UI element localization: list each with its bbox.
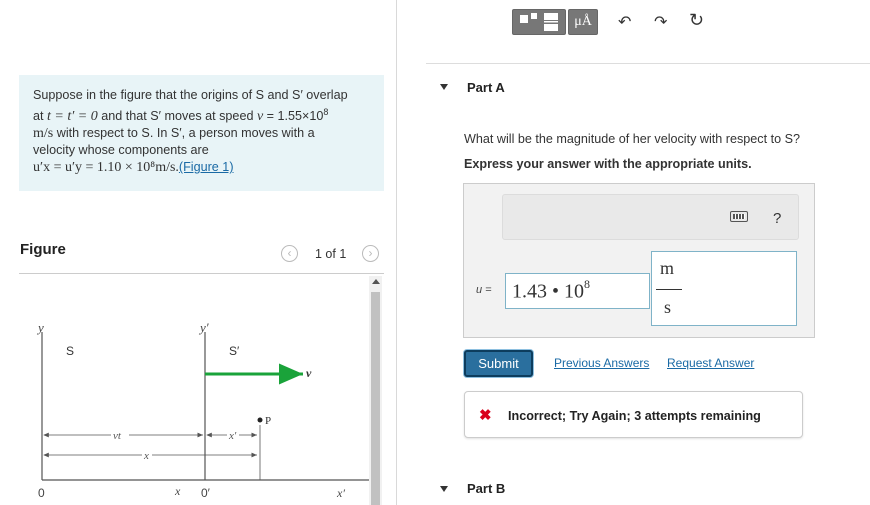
request-answer-link[interactable]: Request Answer [667,356,754,370]
problem-statement: Suppose in the figure that the origins o… [19,75,384,191]
point-p-label: P [265,415,271,427]
submit-button[interactable]: Submit [464,350,533,377]
origin-label: 0 [38,486,45,500]
origin-prime-label: 0′ [201,486,211,500]
part-a-instruction: Express your answer with the appropriate… [464,157,752,171]
y-prime-axis-label: y′ [198,320,209,335]
part-a-top-rule [426,63,870,64]
value-exponent: 8 [584,277,591,291]
panel-divider [396,0,397,505]
problem-line-5: u′x = u′y = 1.10 × 10⁸m/s.(Figure 1) [33,159,370,176]
x-span-label: x [143,450,149,462]
keyboard-icon[interactable] [730,211,748,222]
velocity-components-math: u′x = u′y = 1.10 × 10⁸m/s. [33,160,179,176]
value-input[interactable]: 1.43 • 108 [505,273,650,309]
problem-line-3: m/s with respect to S. In S′, a person m… [33,126,315,142]
problem-line-1: Suppose in the figure that the origins o… [33,88,348,102]
units-fraction-bar [656,289,682,290]
figure-title: Figure [20,241,66,258]
figure-pager-text: 1 of 1 [315,247,347,261]
units-button[interactable]: μÅ [568,9,598,35]
next-figure-button[interactable]: › [362,245,379,262]
fraction-template-button[interactable] [512,9,566,35]
units-denominator: s [664,297,672,317]
scroll-up-arrow-icon[interactable] [372,279,380,284]
fraction-template-icon [520,13,558,31]
units-numerator: m [660,258,675,278]
part-a-collapse-icon[interactable] [440,84,448,90]
part-b-title[interactable]: Part B [467,481,505,496]
part-a-question: What will be the magnitude of her veloci… [464,132,800,146]
point-p [257,417,263,423]
undo-icon[interactable]: ↶ [618,12,631,32]
x-prime-axis-label: x′ [336,486,345,500]
y-axis-label: y [36,320,44,335]
incorrect-x-icon: ✖ [479,407,492,424]
previous-answers-link[interactable]: Previous Answers [554,356,649,370]
problem-line-2: at t = t′ = 0 and that S′ moves at speed… [33,107,329,125]
x-prime-span-label: x′ [228,430,237,442]
reset-icon[interactable]: ↻ [689,10,704,31]
part-a-title[interactable]: Part A [467,80,505,95]
variable-label: u = [476,284,492,296]
help-button[interactable]: ? [773,210,781,227]
vt-label: vt [113,430,122,442]
figure-link[interactable]: (Figure 1) [179,160,234,174]
frame-s-label: S [66,344,74,358]
figure-scrollbar-thumb[interactable] [371,292,380,505]
previous-figure-button[interactable]: ‹ [281,245,298,262]
velocity-label: v⃗ [306,366,321,380]
figure-divider [19,273,384,274]
frame-s-prime-label: S′ [229,344,240,358]
x-position-label: x [174,484,181,498]
part-b-expand-icon[interactable] [440,486,448,492]
math-toolbar [502,194,799,240]
problem-line-4: velocity whose components are [33,143,209,158]
feedback-message: Incorrect; Try Again; 3 attempts remaini… [508,409,761,423]
redo-icon[interactable]: ↷ [654,12,667,32]
reference-frames-figure: y S y′ S′ v⃗ P vt x′ x 0 x 0′ x′ [36,320,369,500]
value-mantissa: 1.43 • 10 [512,280,585,303]
